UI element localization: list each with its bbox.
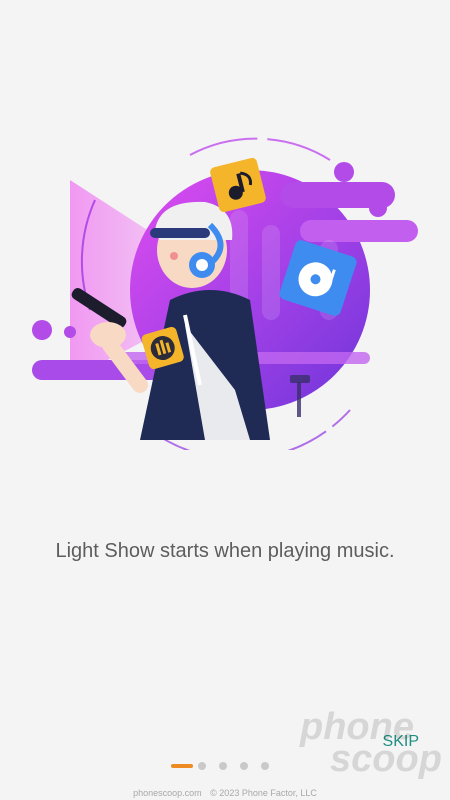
page-dot <box>219 762 227 770</box>
page-dot-active <box>171 764 193 768</box>
watermark-logo: phone scoop <box>300 700 450 790</box>
page-dot <box>198 762 206 770</box>
onboarding-caption: Light Show starts when playing music. <box>55 540 395 562</box>
watermark-brand-line2: scoop <box>330 738 442 780</box>
onboarding-illustration <box>32 137 418 450</box>
page-indicator <box>171 761 281 771</box>
footer-credit: phonescoop.com © 2023 Phone Factor, LLC <box>0 788 450 798</box>
page-dot <box>240 762 248 770</box>
watermark-site: phonescoop.com <box>133 788 202 798</box>
watermark-copyright: © 2023 Phone Factor, LLC <box>210 788 317 798</box>
page-dot <box>261 762 269 770</box>
